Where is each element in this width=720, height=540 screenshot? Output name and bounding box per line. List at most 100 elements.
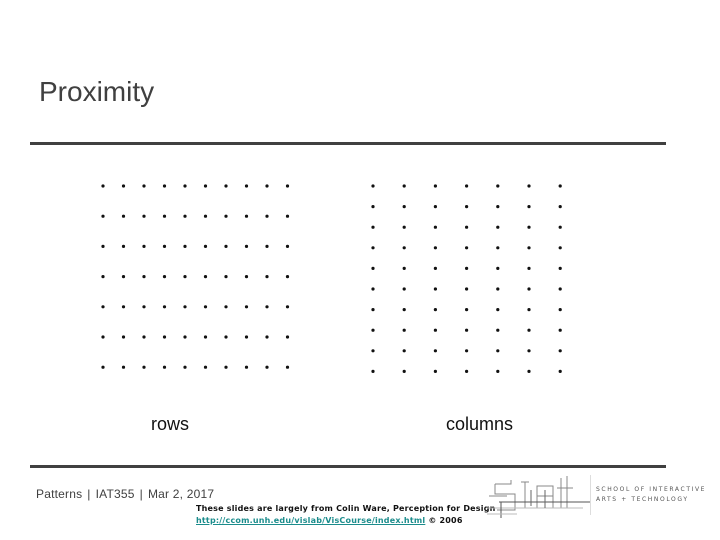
grid-dot xyxy=(285,184,290,188)
grid-dot xyxy=(121,244,126,248)
grid-dot xyxy=(244,305,249,309)
grid-dot xyxy=(121,184,126,188)
grid-dot xyxy=(265,365,269,369)
grid-dot xyxy=(285,244,290,248)
grid-dot xyxy=(101,214,105,218)
rows-label: rows xyxy=(151,414,190,434)
grid-dot xyxy=(101,244,105,248)
grid-dot xyxy=(433,369,437,373)
grid-dot xyxy=(162,335,167,339)
grid-dot xyxy=(558,287,562,291)
grid-dot xyxy=(371,308,375,312)
grid-dot xyxy=(162,275,167,279)
grid-dot xyxy=(558,246,562,250)
grid-dot xyxy=(203,214,208,218)
grid-dot xyxy=(265,335,269,339)
grid-dot xyxy=(527,266,531,270)
grid-dot xyxy=(527,328,531,332)
grid-dot xyxy=(224,184,228,188)
credit-note: These slides are largely from Colin Ware… xyxy=(196,503,496,527)
grid-dot xyxy=(496,225,500,229)
grid-dot xyxy=(433,308,437,312)
grid-dot xyxy=(371,184,375,188)
grid-dot xyxy=(265,305,269,309)
topic: Patterns xyxy=(36,487,83,501)
grid-dot xyxy=(244,184,249,188)
grid-dot xyxy=(496,246,500,250)
grid-dot xyxy=(558,328,562,332)
grid-dot xyxy=(558,225,562,229)
credit-text: These slides are largely from Colin Ware… xyxy=(196,504,496,513)
grid-dot xyxy=(402,225,406,229)
grid-dot xyxy=(402,308,406,312)
grid-dot xyxy=(224,244,228,248)
credit-link[interactable]: http://ccom.unh.edu/vislab/VisCourse/ind… xyxy=(196,516,425,525)
grid-dot xyxy=(496,308,500,312)
grid-dot xyxy=(496,349,500,353)
grid-dot xyxy=(496,184,500,188)
grid-dot xyxy=(203,244,208,248)
grid-dot xyxy=(101,335,105,339)
grid-dot xyxy=(162,365,167,369)
grid-dot xyxy=(265,244,269,248)
grid-dot xyxy=(558,369,562,373)
grid-dot xyxy=(433,246,437,250)
grid-dot xyxy=(162,305,167,309)
date: Mar 2, 2017 xyxy=(147,487,215,501)
grid-dot xyxy=(465,184,469,188)
grid-dot xyxy=(162,184,167,188)
grid-dot xyxy=(402,205,406,209)
grid-dot xyxy=(465,205,469,209)
grid-dot xyxy=(265,275,269,279)
grid-dot xyxy=(465,266,469,270)
grid-dot xyxy=(371,287,375,291)
grid-dot xyxy=(203,184,208,188)
grid-dot xyxy=(527,205,531,209)
grid-dot xyxy=(203,335,208,339)
slide: Proximity rows columns Patterns | IAT355 | M… xyxy=(0,0,720,540)
grid-dot xyxy=(121,335,126,339)
grid-dot xyxy=(224,335,228,339)
grid-dot xyxy=(527,369,531,373)
grid-dot xyxy=(101,365,105,369)
grid-dot xyxy=(371,225,375,229)
grid-dot xyxy=(371,205,375,209)
grid-dot xyxy=(496,287,500,291)
grid-dot xyxy=(402,266,406,270)
school-line-1: SCHOOL OF INTERACTIVE xyxy=(596,486,707,493)
grid-dot xyxy=(244,365,249,369)
grid-dot xyxy=(371,369,375,373)
grid-dot xyxy=(433,328,437,332)
grid-dot xyxy=(121,214,126,218)
grid-dot xyxy=(121,305,126,309)
grid-dot xyxy=(183,244,187,248)
grid-dot xyxy=(183,305,187,309)
grid-dot xyxy=(402,287,406,291)
grid-dot xyxy=(465,328,469,332)
siat-logo-icon xyxy=(487,476,591,518)
grid-dot xyxy=(465,349,469,353)
grid-dot xyxy=(465,246,469,250)
columns-label: columns xyxy=(446,414,514,434)
grid-dot xyxy=(183,275,187,279)
grid-dot xyxy=(496,369,500,373)
grid-dot xyxy=(371,349,375,353)
grid-dot xyxy=(527,184,531,188)
school-line-2: ARTS + TECHNOLOGY xyxy=(596,496,689,503)
grid-dot xyxy=(224,214,228,218)
grid-dot xyxy=(558,349,562,353)
grid-dot xyxy=(371,328,375,332)
grid-dot xyxy=(203,305,208,309)
grid-dot xyxy=(244,244,249,248)
separator: | xyxy=(139,487,143,501)
grid-dot xyxy=(433,349,437,353)
grid-dot xyxy=(203,365,208,369)
grid-dot xyxy=(244,214,249,218)
grid-dot xyxy=(265,214,269,218)
copyright: © 2006 xyxy=(428,516,463,525)
course-code: IAT355 xyxy=(95,487,135,501)
rows-dot-grid xyxy=(101,184,290,369)
grid-dot xyxy=(142,365,146,369)
grid-dot xyxy=(285,214,290,218)
grid-dot xyxy=(558,184,562,188)
